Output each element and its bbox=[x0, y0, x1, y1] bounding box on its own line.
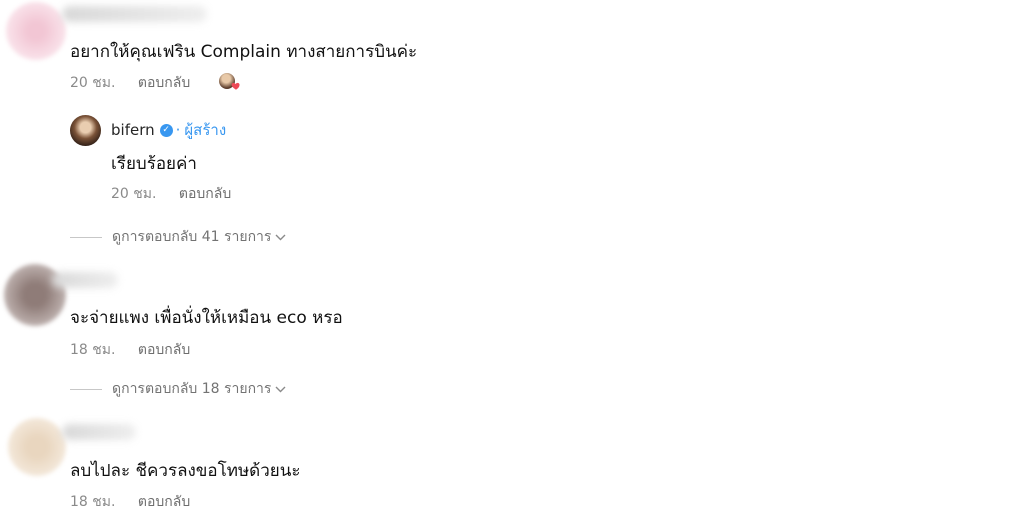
timestamp: 18 ชม. bbox=[70, 494, 116, 510]
reply-text: เรียบร้อยค่า bbox=[111, 154, 197, 174]
chevron-down-icon bbox=[275, 383, 286, 396]
creator-avatar[interactable] bbox=[70, 115, 101, 146]
creator-label: ผู้สร้าง bbox=[184, 121, 227, 139]
timestamp: 18 ชม. bbox=[70, 342, 116, 358]
timestamp: 20 ชม. bbox=[70, 75, 116, 91]
reply-button[interactable]: ตอบกลับ bbox=[138, 75, 190, 91]
comment-meta: 18 ชม. ตอบกลับ bbox=[70, 339, 190, 361]
username-blurred[interactable] bbox=[52, 272, 118, 288]
divider-line bbox=[70, 388, 102, 390]
avatar[interactable] bbox=[8, 418, 66, 476]
reply-timestamp: 20 ชม. bbox=[111, 186, 157, 202]
reply-author-row: bifern ✓ · ผู้สร้าง bbox=[111, 118, 226, 142]
username-blurred[interactable] bbox=[62, 424, 136, 440]
separator: · bbox=[175, 121, 181, 139]
avatar[interactable] bbox=[6, 2, 66, 60]
view-replies-label: ดูการตอบกลับ 41 รายการ bbox=[112, 229, 272, 245]
verified-badge-icon: ✓ bbox=[159, 123, 173, 137]
chevron-down-icon bbox=[275, 231, 286, 244]
reply-button[interactable]: ตอบกลับ bbox=[138, 342, 190, 358]
comment-meta: 20 ชม. ตอบกลับ bbox=[70, 72, 190, 94]
view-replies-label: ดูการตอบกลับ 18 รายการ bbox=[112, 381, 272, 397]
heart-icon bbox=[231, 81, 241, 91]
comment-meta: 18 ชม. ตอบกลับ bbox=[70, 491, 190, 513]
view-replies-button[interactable]: ดูการตอบกลับ 18 รายการ bbox=[70, 378, 286, 400]
comment-text: อยากให้คุณเฟริน Complain ทางสายการบินค่ะ bbox=[70, 42, 418, 62]
username-blurred[interactable] bbox=[62, 6, 207, 22]
comment-text: ลบไปละ ชีควรลงขอโทษด้วยนะ bbox=[70, 461, 301, 481]
reply-button[interactable]: ตอบกลับ bbox=[179, 186, 231, 202]
view-replies-button[interactable]: ดูการตอบกลับ 41 รายการ bbox=[70, 226, 286, 248]
reply-username[interactable]: bifern bbox=[111, 121, 155, 139]
comment-text: จะจ่ายแพง เพื่อนั่งให้เหมือน eco หรอ bbox=[70, 308, 343, 328]
reply-meta: 20 ชม. ตอบกลับ bbox=[111, 183, 231, 205]
divider-line bbox=[70, 236, 102, 238]
reply-button[interactable]: ตอบกลับ bbox=[138, 494, 190, 510]
